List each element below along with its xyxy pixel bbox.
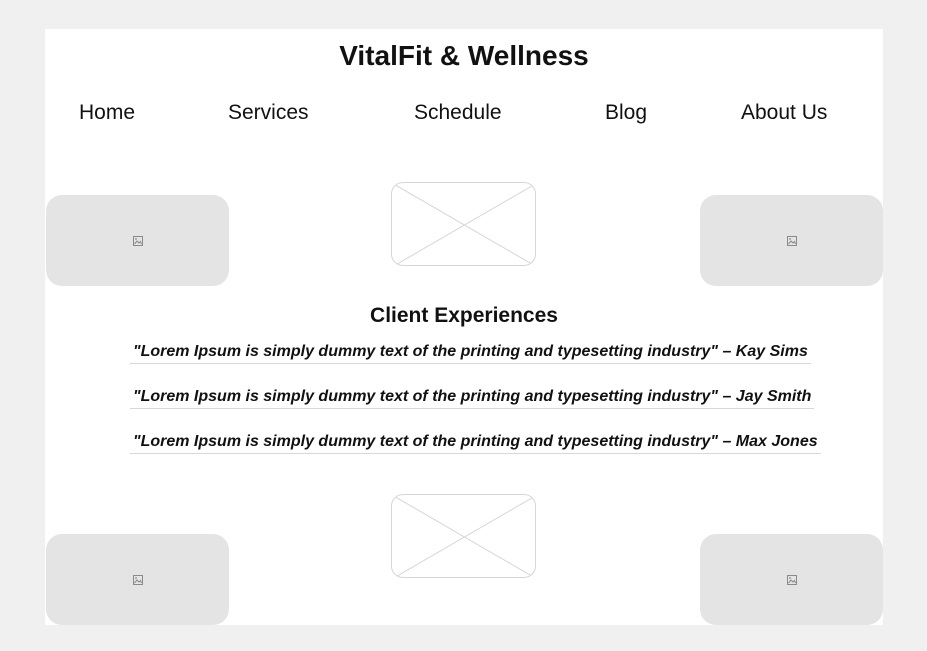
wireframe-image-top — [391, 182, 536, 266]
testimonial-quote: "Lorem Ipsum is simply dummy text of the… — [130, 343, 811, 364]
wireframe-image-bottom — [391, 494, 536, 578]
page-container: VitalFit & Wellness Home Services Schedu… — [45, 29, 883, 625]
image-placeholder-bottom-right — [700, 534, 883, 625]
nav-schedule[interactable]: Schedule — [414, 101, 502, 125]
nav-home[interactable]: Home — [79, 101, 135, 125]
image-placeholder-top-right — [700, 195, 883, 286]
image-placeholder-cross — [392, 495, 535, 577]
testimonials-title: Client Experiences — [370, 304, 558, 327]
image-icon — [786, 574, 797, 585]
testimonial-quote: "Lorem Ipsum is simply dummy text of the… — [130, 388, 815, 409]
image-icon — [132, 235, 143, 246]
image-icon — [132, 574, 143, 585]
site-title: VitalFit & Wellness — [339, 40, 589, 71]
nav-about-us[interactable]: About Us — [741, 101, 827, 125]
image-icon — [786, 235, 797, 246]
nav-services[interactable]: Services — [228, 101, 309, 125]
image-placeholder-bottom-left — [46, 534, 229, 625]
image-placeholder-cross — [392, 183, 535, 265]
testimonial-quote: "Lorem Ipsum is simply dummy text of the… — [130, 433, 821, 454]
nav-blog[interactable]: Blog — [605, 101, 647, 125]
image-placeholder-top-left — [46, 195, 229, 286]
